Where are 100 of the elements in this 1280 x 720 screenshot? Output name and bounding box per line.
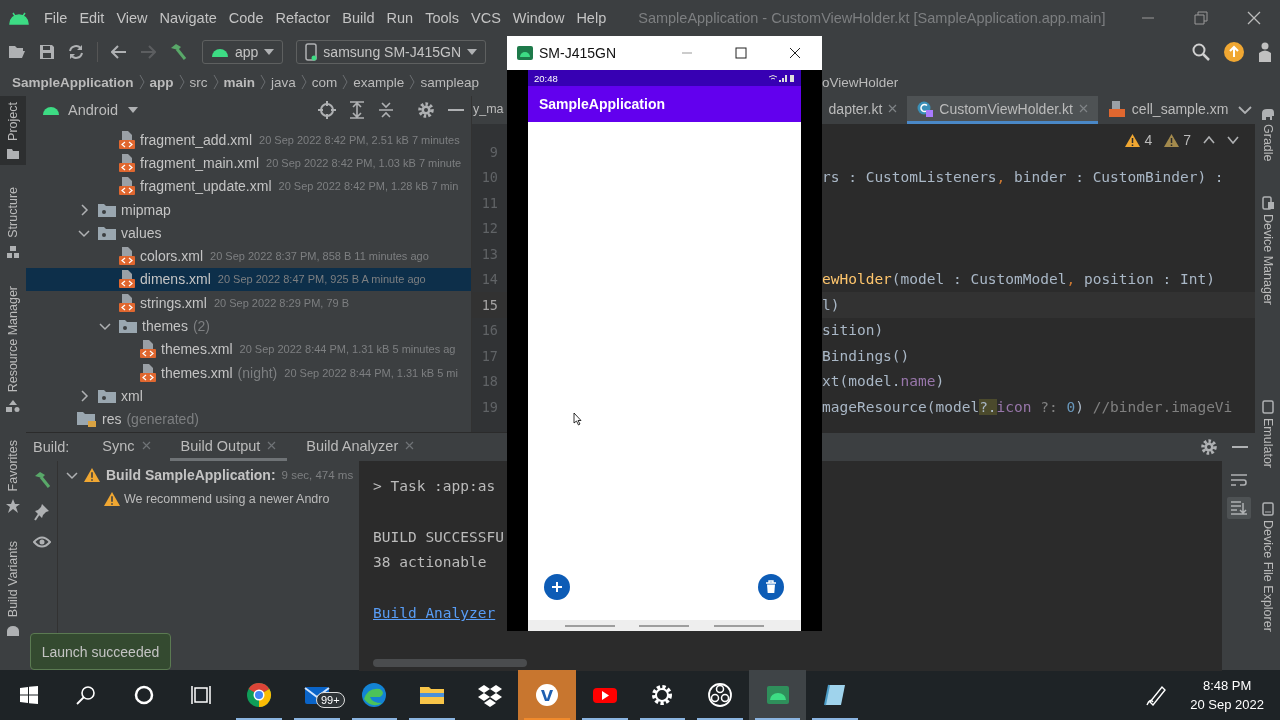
tree-item[interactable]: res (generated) — [26, 407, 471, 431]
chevron-icon[interactable] — [78, 389, 90, 402]
breadcrumb-item[interactable]: com — [311, 74, 338, 90]
update-icon[interactable] — [1224, 42, 1244, 62]
clock-date[interactable]: 20 Sep 2022 — [1190, 697, 1264, 712]
file-name: colors.xml — [140, 248, 203, 265]
structure-icon — [7, 245, 19, 258]
tool-window-button[interactable]: Structure — [0, 180, 26, 264]
code-text: sition) — [822, 322, 885, 339]
tree-item[interactable]: themes.xml 20 Sep 2022 8:44 PM, 1.31 kB 5 minutes ag — [26, 337, 471, 361]
add-button[interactable] — [544, 574, 570, 600]
chevron-icon[interactable] — [66, 469, 78, 481]
breadcrumb-item[interactable]: src — [189, 74, 208, 90]
breadcrumb-item[interactable]: example — [353, 74, 405, 90]
editor-tab[interactable]: dapter.kt — [818, 96, 908, 124]
tree-item[interactable]: dimens.xml 20 Sep 2022 8:47 PM, 925 B A minute ago — [26, 267, 471, 292]
collapse-all-icon[interactable] — [378, 101, 394, 119]
tree-item[interactable]: values — [26, 221, 471, 245]
editor-tab[interactable]: CustomViewHolder.kt — [907, 96, 1098, 124]
pin-icon[interactable] — [33, 503, 50, 521]
menu-item[interactable]: File — [38, 10, 74, 26]
menu-item[interactable]: VCS — [465, 10, 507, 26]
menu-item[interactable]: View — [110, 10, 154, 26]
tree-item[interactable]: themes (2) — [26, 314, 471, 338]
tree-item[interactable]: mipmap — [26, 197, 471, 222]
sync-icon[interactable] — [68, 44, 84, 60]
menu-item[interactable]: Window — [506, 10, 571, 26]
device-dropdown[interactable]: samsung SM-J415GN — [296, 40, 487, 64]
breadcrumb-item[interactable]: oViewHolder — [822, 75, 899, 90]
tree-item[interactable]: themes.xml (night) 20 Sep 2022 8:44 PM, 1.31 kB 5 mi — [26, 360, 471, 385]
hammer-icon[interactable] — [169, 43, 187, 61]
chevron-down-icon[interactable] — [1238, 106, 1253, 114]
taskbar-app[interactable] — [748, 670, 807, 720]
menu-item[interactable]: Refactor — [269, 10, 337, 26]
breadcrumb-item[interactable]: app — [149, 74, 174, 90]
back-arrow-icon[interactable] — [111, 45, 127, 59]
shapes-icon — [6, 399, 20, 412]
settings-icon[interactable] — [417, 101, 435, 119]
open-folder-icon[interactable] — [8, 44, 26, 60]
windows-icon — [19, 686, 38, 704]
editor-tab[interactable]: cell_sample.xm — [1097, 96, 1239, 124]
file-name: fragment_main.xml — [140, 154, 260, 171]
menu-item[interactable]: Run — [380, 10, 420, 26]
tree-item[interactable]: xml — [26, 384, 471, 408]
chevron-icon[interactable] — [99, 320, 111, 332]
run-configuration-dropdown[interactable]: app — [202, 40, 284, 64]
android-icon — [42, 104, 60, 116]
tool-window-button[interactable]: Device File Explorer — [1255, 497, 1280, 636]
editor-tab[interactable]: y_ma — [472, 96, 504, 124]
settings-icon[interactable] — [1200, 438, 1218, 456]
minimize-icon[interactable] — [448, 108, 464, 112]
save-icon[interactable] — [39, 44, 55, 60]
tree-item[interactable]: fragment_main.xml 20 Sep 2022 8:42 PM, 1.03 kB 7 minute — [26, 151, 471, 175]
clock-time[interactable]: 8:48 PM — [1202, 678, 1252, 693]
tree-item[interactable]: fragment_add.xml 20 Sep 2022 8:42 PM, 2.51 kB 7 minutes — [26, 128, 471, 152]
menu-item[interactable]: Help — [570, 10, 613, 26]
chevron-up-icon[interactable] — [1203, 136, 1215, 144]
menu-item[interactable]: Tools — [419, 10, 465, 26]
menu-item[interactable]: Edit — [73, 10, 111, 26]
warning-icon[interactable] — [1125, 133, 1141, 147]
scroll-to-end-button[interactable] — [1226, 497, 1251, 519]
expand-all-icon[interactable] — [349, 101, 365, 119]
tree-item[interactable]: colors.xml 20 Sep 2022 8:37 PM, 858 B 11 minutes ago — [26, 244, 471, 268]
tool-window-button[interactable]: Device Manager — [1255, 191, 1280, 309]
chevron-down-icon[interactable] — [1227, 136, 1239, 144]
tree-item[interactable]: strings.xml 20 Sep 2022 8:29 PM, 79 B — [26, 291, 471, 315]
target-icon[interactable] — [318, 101, 336, 119]
tool-window-button[interactable]: Project — [0, 96, 26, 165]
build-message[interactable]: We recommend using a newer Andro — [124, 492, 330, 506]
soft-wrap-icon[interactable] — [1230, 473, 1247, 487]
folder-icon — [97, 201, 117, 218]
breadcrumb-item[interactable]: SampleApplication — [12, 74, 134, 90]
tree-item[interactable]: fragment_update.xml 20 Sep 2022 8:42 PM, 1.28 kB 7 min — [26, 174, 471, 198]
weak-warning-icon[interactable] — [1164, 133, 1180, 147]
pen-icon[interactable] — [1146, 684, 1169, 706]
console-link[interactable]: Build Analyzer — [373, 605, 496, 622]
delete-button[interactable] — [758, 574, 784, 600]
project-view-dropdown[interactable]: Android — [68, 102, 138, 118]
breadcrumb-item[interactable]: main — [223, 74, 256, 90]
tool-window-button[interactable]: Gradle — [1255, 104, 1280, 166]
menu-item[interactable]: Code — [222, 10, 270, 26]
breadcrumb-item[interactable]: sampleap — [420, 74, 479, 90]
panel-tab[interactable]: Build Output — [169, 433, 288, 461]
scrollbar[interactable] — [373, 659, 527, 667]
chevron-icon[interactable] — [78, 203, 90, 216]
minimize-icon[interactable] — [1232, 445, 1248, 449]
tool-window-button[interactable]: Resource Manager — [0, 279, 26, 418]
file-note: (night) — [237, 364, 278, 381]
menu-item[interactable]: Navigate — [153, 10, 223, 26]
breadcrumb-item[interactable]: java — [271, 74, 296, 90]
close-icon[interactable] — [888, 104, 898, 113]
tool-window-button[interactable]: Emulator — [1255, 395, 1280, 472]
tool-window-button[interactable]: Build Variants — [0, 535, 26, 642]
panel-tab[interactable]: Build Analyzer — [295, 433, 426, 461]
account-icon[interactable] — [1258, 41, 1272, 63]
tool-window-button[interactable]: Favorites — [0, 433, 26, 520]
search-icon[interactable] — [1192, 43, 1210, 61]
panel-tab[interactable]: Sync — [91, 433, 162, 461]
menu-item[interactable]: Build — [336, 10, 381, 26]
taskbar-app[interactable]: 99+ — [287, 670, 346, 720]
